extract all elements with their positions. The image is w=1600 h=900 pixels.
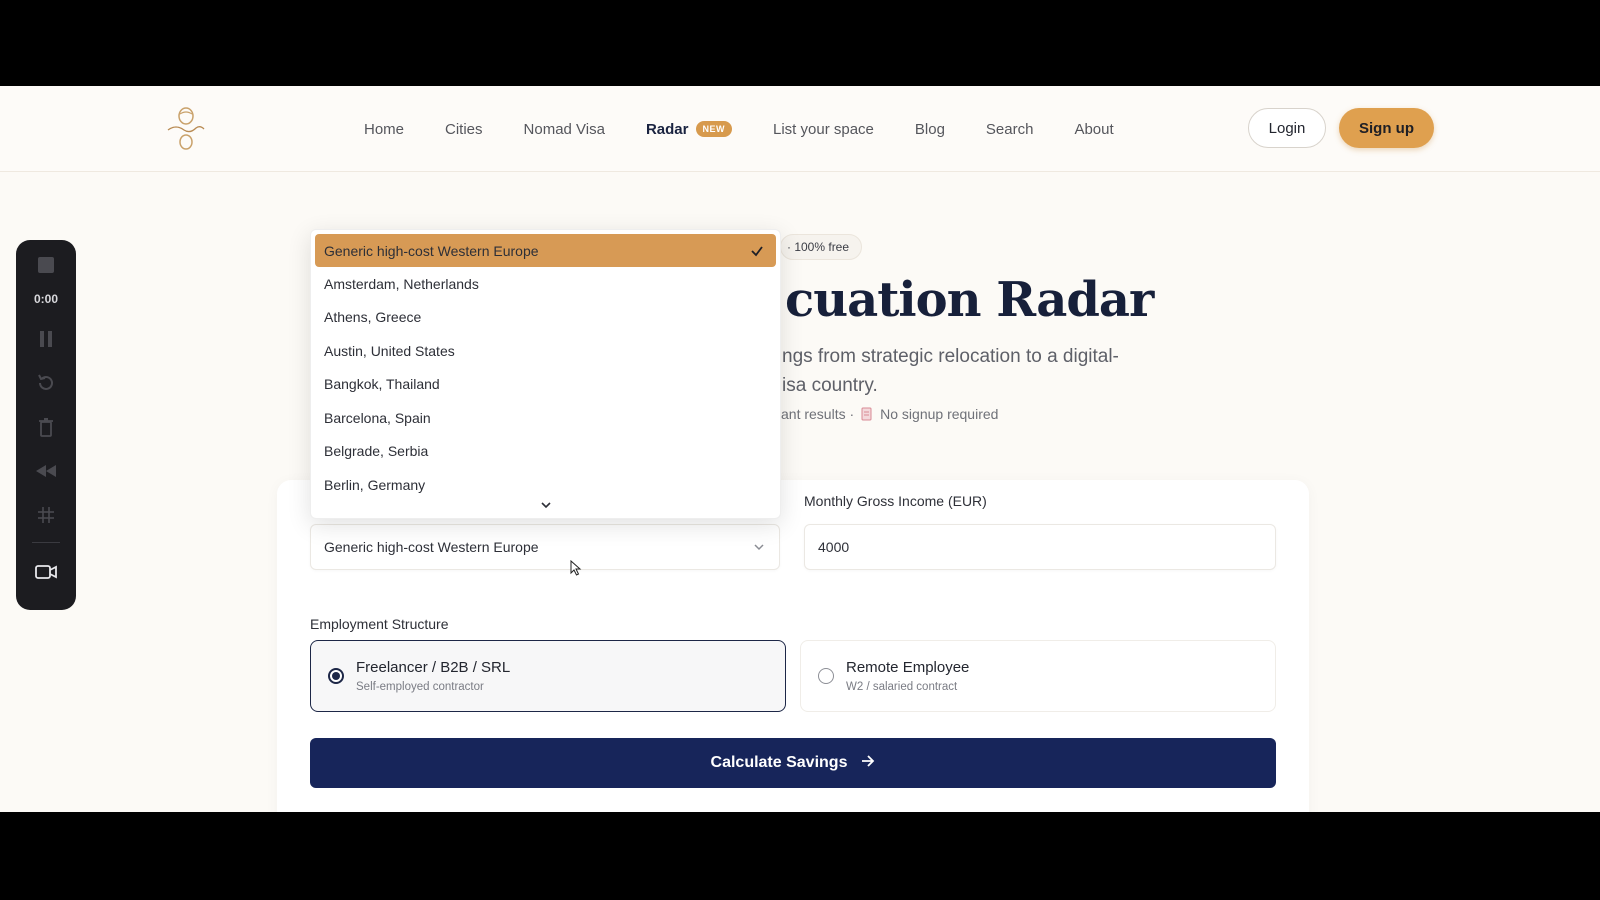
city-select[interactable]: Generic high-cost Western Europe — [310, 524, 780, 570]
chevron-down-icon — [753, 540, 765, 556]
nav-links: Home Cities Nomad Visa Radar NEW List yo… — [364, 86, 1155, 172]
hero-subtitle-line2: isa country. — [782, 375, 878, 396]
free-pill: · 100% free — [780, 234, 863, 260]
dropdown-option[interactable]: Bangkok, Thailand — [311, 368, 780, 402]
nav-about[interactable]: About — [1074, 121, 1113, 138]
radio-selected[interactable] — [328, 668, 344, 684]
income-label: Monthly Gross Income (EUR) — [804, 493, 987, 509]
dropdown-option[interactable]: Barcelona, Spain — [311, 401, 780, 435]
meta-instant-results: ant results · — [781, 406, 855, 422]
option-subtitle: W2 / salaried contract — [846, 681, 958, 693]
grid-icon[interactable] — [35, 504, 57, 526]
recording-timer: 0:00 — [33, 292, 59, 306]
option-title: Freelancer / B2B / SRL — [356, 659, 511, 676]
nav-list-your-space[interactable]: List your space — [773, 121, 874, 138]
dropdown-option[interactable]: Generic high-cost Western Europe — [315, 234, 776, 267]
hero-meta: ant results · No signup required — [781, 406, 998, 422]
city-select-value: Generic high-cost Western Europe — [324, 539, 539, 555]
scroll-down-chevron-icon[interactable] — [311, 492, 780, 518]
dropdown-option[interactable]: Austin, United States — [311, 334, 780, 368]
dropdown-option[interactable]: Athens, Greece — [311, 301, 780, 335]
employment-label: Employment Structure — [310, 616, 449, 632]
option-freelancer[interactable]: Freelancer / B2B / SRL Self-employed con… — [310, 640, 786, 712]
login-button[interactable]: Login — [1248, 108, 1326, 148]
trash-icon[interactable] — [35, 416, 57, 438]
option-remote-employee[interactable]: Remote Employee W2 / salaried contract — [800, 640, 1276, 712]
screen-recorder-toolbar: 0:00 — [16, 240, 76, 610]
toolbar-divider — [32, 542, 60, 543]
option-label: Generic high-cost Western Europe — [324, 242, 539, 259]
dropdown-option[interactable]: Amsterdam, Netherlands — [311, 267, 780, 301]
hero-subtitle-line1: ngs from strategic relocation to a digit… — [782, 346, 1119, 367]
calculate-savings-button[interactable]: Calculate Savings — [310, 738, 1276, 788]
top-navbar: Home Cities Nomad Visa Radar NEW List yo… — [0, 86, 1600, 172]
radio-unselected[interactable] — [818, 668, 834, 684]
calculate-label: Calculate Savings — [710, 754, 848, 771]
nav-search[interactable]: Search — [986, 121, 1034, 138]
nav-cities[interactable]: Cities — [445, 121, 483, 138]
mouse-cursor-icon — [570, 559, 582, 581]
option-title: Remote Employee — [846, 659, 970, 676]
option-subtitle: Self-employed contractor — [356, 681, 484, 693]
nav-nomad-visa[interactable]: Nomad Visa — [524, 121, 605, 138]
stop-icon[interactable] — [35, 254, 57, 276]
city-dropdown-menu: Generic high-cost Western Europe Amsterd… — [310, 229, 781, 519]
page-title: cuation Radar — [785, 272, 1154, 328]
dropdown-option[interactable]: Belgrade, Serbia — [311, 435, 780, 469]
hero-subtitle: ngs from strategic relocation to a digit… — [782, 342, 1119, 400]
site-logo[interactable] — [164, 106, 208, 152]
check-icon — [750, 244, 764, 260]
income-input[interactable] — [804, 524, 1276, 570]
restart-icon[interactable] — [35, 372, 57, 394]
meta-no-signup: No signup required — [880, 406, 999, 422]
signup-button[interactable]: Sign up — [1339, 108, 1434, 148]
nav-radar[interactable]: Radar NEW — [646, 121, 732, 138]
camera-icon[interactable] — [35, 561, 57, 583]
nav-radar-label: Radar — [645, 120, 689, 138]
pause-icon[interactable] — [35, 328, 57, 350]
nav-home[interactable]: Home — [364, 121, 404, 138]
new-badge: NEW — [695, 121, 732, 137]
nav-blog[interactable]: Blog — [915, 121, 945, 138]
arrow-right-icon — [861, 754, 875, 772]
memo-icon — [860, 407, 874, 421]
rewind-icon[interactable] — [35, 460, 57, 482]
browser-viewport: Home Cities Nomad Visa Radar NEW List yo… — [0, 86, 1600, 812]
